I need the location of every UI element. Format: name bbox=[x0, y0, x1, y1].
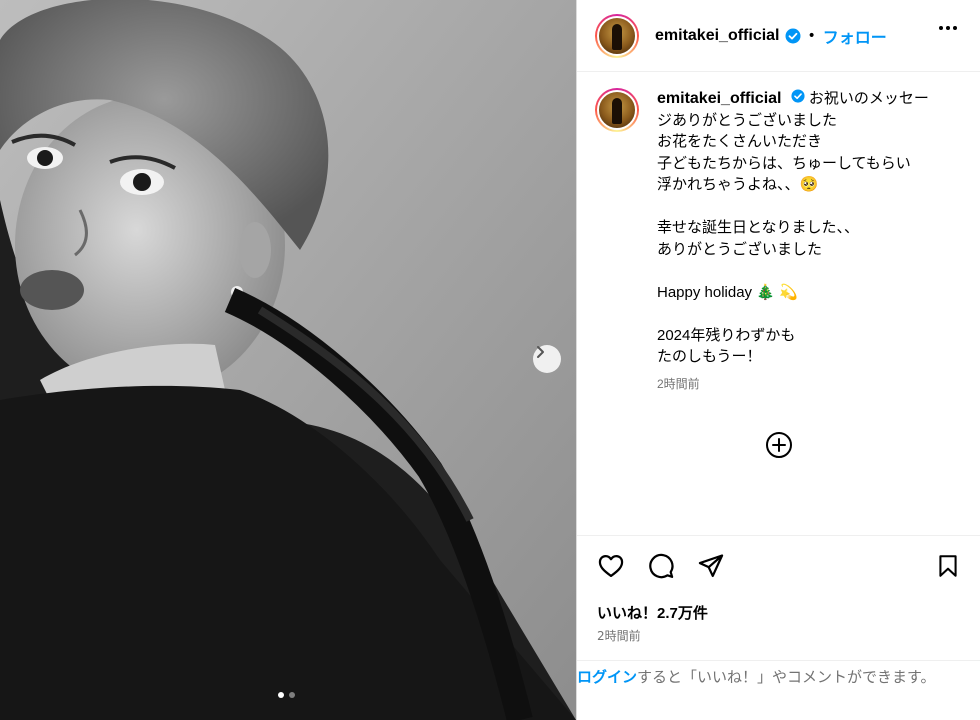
caption-line: 幸せな誕生日となりました、、 bbox=[657, 219, 860, 236]
carousel-dot-active bbox=[278, 692, 284, 698]
caption-line: 子どもたちからは、ちゅーしてもらい bbox=[657, 154, 911, 172]
caption: emitakei_official お祝いのメッセー ジありがとうございました … bbox=[595, 88, 965, 395]
caption-line: 浮かれちゃうよね、、🥺 bbox=[657, 176, 819, 193]
post-photo[interactable] bbox=[0, 0, 576, 720]
next-slide-button[interactable] bbox=[533, 345, 561, 373]
caption-body: emitakei_official お祝いのメッセー ジありがとうございました … bbox=[657, 88, 929, 395]
carousel-dot bbox=[289, 692, 295, 698]
carousel-dots bbox=[278, 692, 295, 698]
action-buttons bbox=[597, 552, 725, 584]
login-link[interactable]: ログイン bbox=[577, 669, 637, 686]
comment-icon[interactable] bbox=[647, 552, 675, 584]
caption-username-link[interactable]: emitakei_official bbox=[657, 90, 782, 107]
avatar[interactable] bbox=[597, 90, 637, 130]
photo-illustration bbox=[0, 0, 576, 720]
bookmark-icon[interactable] bbox=[935, 552, 961, 584]
separator: • bbox=[807, 27, 816, 44]
post-sidebar: emitakei_official • フォロー emitakei_offici… bbox=[576, 0, 980, 720]
caption-line: ありがとうございました bbox=[657, 240, 823, 258]
caption-avatar-ring[interactable] bbox=[595, 88, 639, 132]
username-link[interactable]: emitakei_official bbox=[655, 27, 780, 45]
send-icon[interactable] bbox=[697, 552, 725, 584]
caption-line: たのしもうー！ bbox=[657, 348, 762, 365]
follow-button[interactable]: フォロー bbox=[823, 24, 887, 48]
heart-icon[interactable] bbox=[597, 552, 625, 584]
likes-count[interactable]: いいね！2.7万件 bbox=[597, 602, 708, 623]
add-circle-icon[interactable] bbox=[765, 431, 793, 463]
caption-timestamp[interactable]: 2時間前 bbox=[657, 374, 929, 396]
caption-line: お花をたくさんいただき bbox=[657, 133, 823, 150]
verified-badge-icon bbox=[785, 28, 801, 44]
verified-badge-icon bbox=[791, 89, 805, 103]
login-prompt: ログインすると「いいね！」やコメントができます。 bbox=[577, 660, 980, 720]
profile-avatar-ring[interactable] bbox=[595, 13, 639, 58]
login-prompt-text: すると「いいね！」やコメントができます。 bbox=[637, 669, 936, 686]
post-timestamp[interactable]: 2時間前 bbox=[597, 627, 641, 644]
caption-line: 2024年残りわずかも bbox=[657, 326, 796, 344]
more-options-icon[interactable] bbox=[939, 26, 957, 30]
action-bar: いいね！2.7万件 2時間前 bbox=[577, 535, 980, 660]
chevron-right-icon bbox=[537, 346, 544, 358]
post-header: emitakei_official • フォロー bbox=[577, 0, 980, 72]
avatar[interactable] bbox=[597, 15, 637, 56]
caption-line: ジありがとうございました bbox=[657, 111, 838, 129]
caption-line: お祝いのメッセー bbox=[808, 90, 929, 107]
caption-line: Happy holiday 🎄 💫 bbox=[657, 283, 798, 301]
caption-first-line: emitakei_official お祝いのメッセー bbox=[657, 88, 929, 110]
